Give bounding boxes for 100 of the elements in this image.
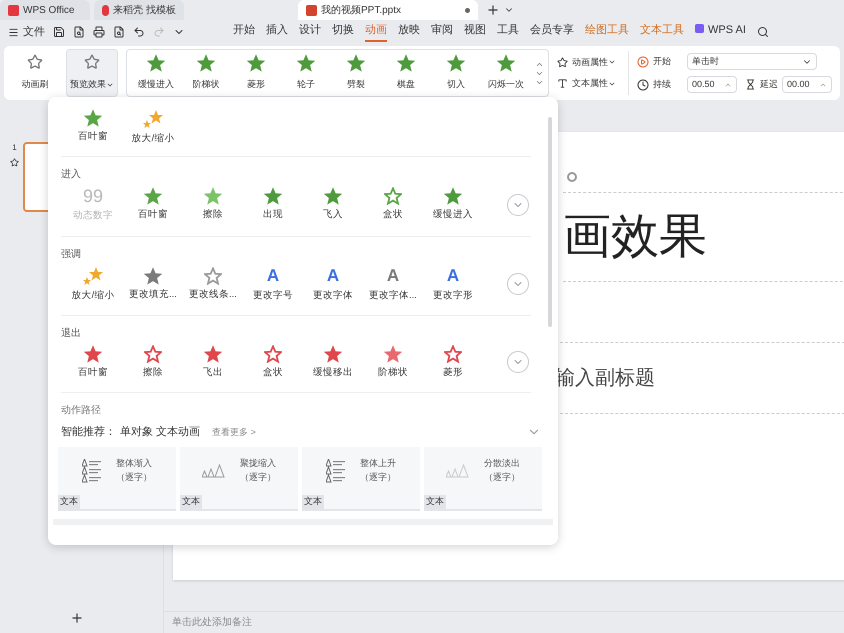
letter-glyph: A <box>386 266 400 286</box>
card-subtitle: （逐字） <box>484 470 520 484</box>
save-icon[interactable] <box>53 26 65 38</box>
ribbon-tab[interactable]: 视图 <box>464 22 486 42</box>
effect-item[interactable]: 更改线条... <box>183 266 243 302</box>
smart-label: 智能推荐： <box>61 424 116 440</box>
effect-item[interactable]: 百叶窗 <box>123 187 183 222</box>
star-icon <box>384 344 402 363</box>
text-lines-icon <box>326 458 348 483</box>
print-preview-icon[interactable] <box>113 26 125 38</box>
effect-item[interactable]: 阶梯状 <box>363 344 423 380</box>
card-tag: 文本 <box>180 495 202 508</box>
ribbon-tab[interactable]: 工具 <box>497 22 519 42</box>
smart-tags: 单对象 文本动画 <box>120 424 200 440</box>
animation-brush-button[interactable]: 动画刷 <box>22 78 49 92</box>
caret-icon <box>106 81 114 89</box>
ribbon-tab[interactable]: 放映 <box>398 22 420 42</box>
effect-item[interactable]: 擦除 <box>183 187 243 222</box>
ribbon-tab[interactable]: 审阅 <box>431 22 453 42</box>
rotate-handle-icon[interactable] <box>567 172 577 182</box>
card-tag: 文本 <box>424 495 446 508</box>
text-animation-card[interactable]: 整体上升 （逐字） 文本 <box>302 446 420 510</box>
property-dropdown[interactable]: 文本属性 <box>572 77 616 90</box>
ribbon-tab[interactable]: 设计 <box>299 22 321 42</box>
text-animation-card[interactable]: 整体渐入 （逐字） 文本 <box>58 446 176 510</box>
effect-label: 更改字体... <box>369 288 417 302</box>
card-subtitle: （逐字） <box>360 470 396 484</box>
effect-item[interactable]: 飞入 <box>303 187 363 222</box>
effect-item[interactable]: 更改填充... <box>123 266 183 302</box>
gallery-effect[interactable]: 闪烁一次 <box>480 54 531 92</box>
text-animation-card[interactable]: 分散淡出 （逐字） 文本 <box>424 446 542 510</box>
card-tag: 文本 <box>58 495 80 508</box>
ribbon-tab[interactable]: 插入 <box>266 22 288 42</box>
document-icon[interactable] <box>73 26 85 38</box>
star-icon <box>84 344 102 363</box>
effect-item[interactable]: 出现 <box>243 187 303 222</box>
menu-icon[interactable] <box>8 26 19 38</box>
see-more-link[interactable]: 查看更多 > <box>212 426 256 439</box>
card-title: 聚拢缩入 <box>240 457 276 470</box>
effect-item[interactable]: 擦除 <box>123 344 183 380</box>
effect-item[interactable]: 百叶窗 <box>63 344 123 380</box>
add-slide-icon[interactable] <box>70 611 84 625</box>
effect-item[interactable]: 缓慢移出 <box>303 344 363 380</box>
gallery-effect[interactable]: 轮子 <box>280 54 331 92</box>
digits-glyph: 99 <box>82 186 104 206</box>
effect-label: 擦除 <box>203 208 223 222</box>
gallery-effect[interactable]: 菱形 <box>230 54 281 92</box>
section-heading: 进入 <box>61 168 82 182</box>
effect-item[interactable]: 飞出 <box>183 344 243 380</box>
effect-item[interactable]: 放大/缩小 <box>63 266 123 303</box>
effect-item[interactable]: A 更改字体 <box>303 266 363 303</box>
start-dropdown[interactable]: 单击时 <box>687 53 817 70</box>
duration-field[interactable]: 00.50 <box>687 76 737 93</box>
star-icon <box>324 187 342 206</box>
card-title: 整体渐入 <box>116 457 152 470</box>
star-icon <box>496 54 515 72</box>
document-tab[interactable]: WPS Office <box>0 0 90 20</box>
effect-item[interactable]: 放大/缩小 <box>123 109 183 146</box>
effect-item[interactable]: 百叶窗 <box>63 109 123 146</box>
effect-item[interactable]: A 更改字形 <box>423 266 483 303</box>
effect-item[interactable]: 盒状 <box>363 187 423 222</box>
text-animation-card[interactable]: 聚拢缩入 （逐字） 文本 <box>180 446 298 510</box>
effect-item[interactable]: A 更改字体... <box>363 266 423 303</box>
ribbon-tab[interactable]: 切换 <box>332 22 354 42</box>
ai-logo-icon <box>695 24 704 33</box>
property-dropdown[interactable]: 动画属性 <box>572 56 616 69</box>
gallery-effect[interactable]: 劈裂 <box>330 54 381 92</box>
new-tab-icon[interactable] <box>486 3 500 17</box>
scrollbar-thumb[interactable] <box>548 117 552 327</box>
file-menu[interactable]: 文件 <box>23 24 45 40</box>
gallery-effect[interactable]: 棋盘 <box>380 54 431 92</box>
star-icon <box>264 187 282 206</box>
search-icon[interactable] <box>756 26 769 38</box>
preview-effect-button[interactable]: 预览效果 <box>66 49 118 97</box>
presentation-file-icon <box>306 4 317 16</box>
ribbon-tab[interactable]: WPS AI <box>695 22 746 42</box>
ribbon-tab[interactable]: 开始 <box>233 22 255 42</box>
star-icon <box>556 56 568 68</box>
effect-label: 擦除 <box>143 366 163 380</box>
delay-field[interactable]: 00.00 <box>782 76 832 93</box>
document-tab[interactable]: 来稻壳 找模板 <box>94 0 184 20</box>
effect-label: 放大/缩小 <box>132 132 174 146</box>
document-tab[interactable]: 我的视频PPT.pptx <box>298 0 478 20</box>
effect-item[interactable]: 盒状 <box>243 344 303 380</box>
star-icon <box>246 54 265 72</box>
star-icon <box>204 266 222 284</box>
gallery-effect[interactable]: 阶梯状 <box>180 54 231 92</box>
effect-item[interactable]: 缓慢进入 <box>423 187 483 222</box>
undo-icon[interactable] <box>133 26 145 38</box>
ribbon-tab[interactable]: 会员专享 <box>530 22 574 42</box>
effect-label: 动态数字 <box>73 209 113 224</box>
print-icon[interactable] <box>93 26 105 38</box>
effect-item[interactable]: A 更改字号 <box>243 266 303 303</box>
card-subtitle: （逐字） <box>116 470 152 484</box>
gallery-effect[interactable]: 缓慢进入 <box>130 54 181 92</box>
effect-label: 更改字号 <box>253 288 293 302</box>
effect-item[interactable]: 菱形 <box>423 344 483 380</box>
gallery-effect[interactable]: 切入 <box>430 54 481 92</box>
delay-label: 延迟 <box>760 78 778 91</box>
start-label: 开始 <box>653 54 672 68</box>
